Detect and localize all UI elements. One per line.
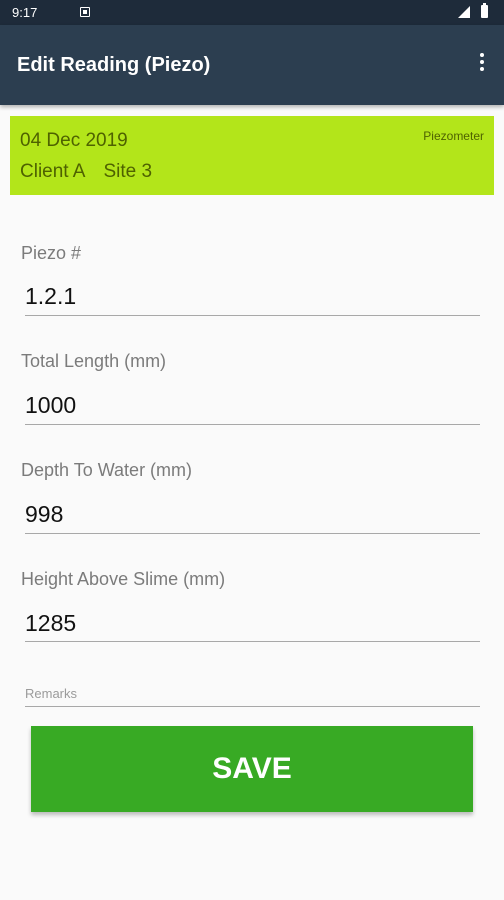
instrument-type: Piezometer bbox=[423, 129, 484, 143]
site-name: Site 3 bbox=[103, 161, 153, 182]
battery-icon bbox=[481, 3, 488, 18]
total-length-field[interactable]: Total Length (mm) 1000 bbox=[21, 351, 480, 425]
depth-to-water-label: Depth To Water (mm) bbox=[21, 460, 193, 480]
reading-header-card: 04 Dec 2019 Client A Site 3 Piezometer bbox=[10, 116, 494, 195]
height-above-slime-field[interactable]: Height Above Slime (mm) 1285 bbox=[21, 569, 480, 642]
client-site-line: Client A Site 3 bbox=[20, 161, 170, 183]
status-bar: 9:17 bbox=[0, 0, 504, 25]
app-bar: Edit Reading (Piezo) bbox=[0, 25, 504, 105]
status-time: 9:17 bbox=[12, 5, 38, 20]
more-vert-icon[interactable] bbox=[474, 53, 490, 77]
total-length-underline bbox=[25, 424, 480, 425]
height-above-slime-label: Height Above Slime (mm) bbox=[21, 569, 226, 589]
remarks-underline bbox=[25, 706, 480, 707]
remarks-input[interactable]: Remarks bbox=[25, 686, 77, 701]
depth-to-water-input[interactable]: 998 bbox=[25, 501, 63, 528]
piezo-number-underline bbox=[25, 315, 480, 316]
piezo-number-label: Piezo # bbox=[21, 243, 82, 263]
page-title: Edit Reading (Piezo) bbox=[17, 54, 211, 76]
height-above-slime-input[interactable]: 1285 bbox=[25, 610, 76, 637]
save-button[interactable]: SAVE bbox=[31, 726, 473, 812]
notification-icon bbox=[80, 7, 90, 17]
depth-to-water-underline bbox=[25, 533, 480, 534]
depth-to-water-field[interactable]: Depth To Water (mm) 998 bbox=[21, 460, 480, 534]
piezo-number-field[interactable]: Piezo # 1.2.1 bbox=[21, 243, 480, 316]
total-length-label: Total Length (mm) bbox=[21, 351, 167, 371]
total-length-input[interactable]: 1000 bbox=[25, 392, 76, 419]
height-above-slime-underline bbox=[25, 641, 480, 642]
piezo-number-input[interactable]: 1.2.1 bbox=[25, 283, 76, 310]
signal-icon bbox=[458, 6, 470, 18]
reading-date: 04 Dec 2019 bbox=[20, 130, 128, 151]
client-name: Client A bbox=[20, 161, 86, 182]
